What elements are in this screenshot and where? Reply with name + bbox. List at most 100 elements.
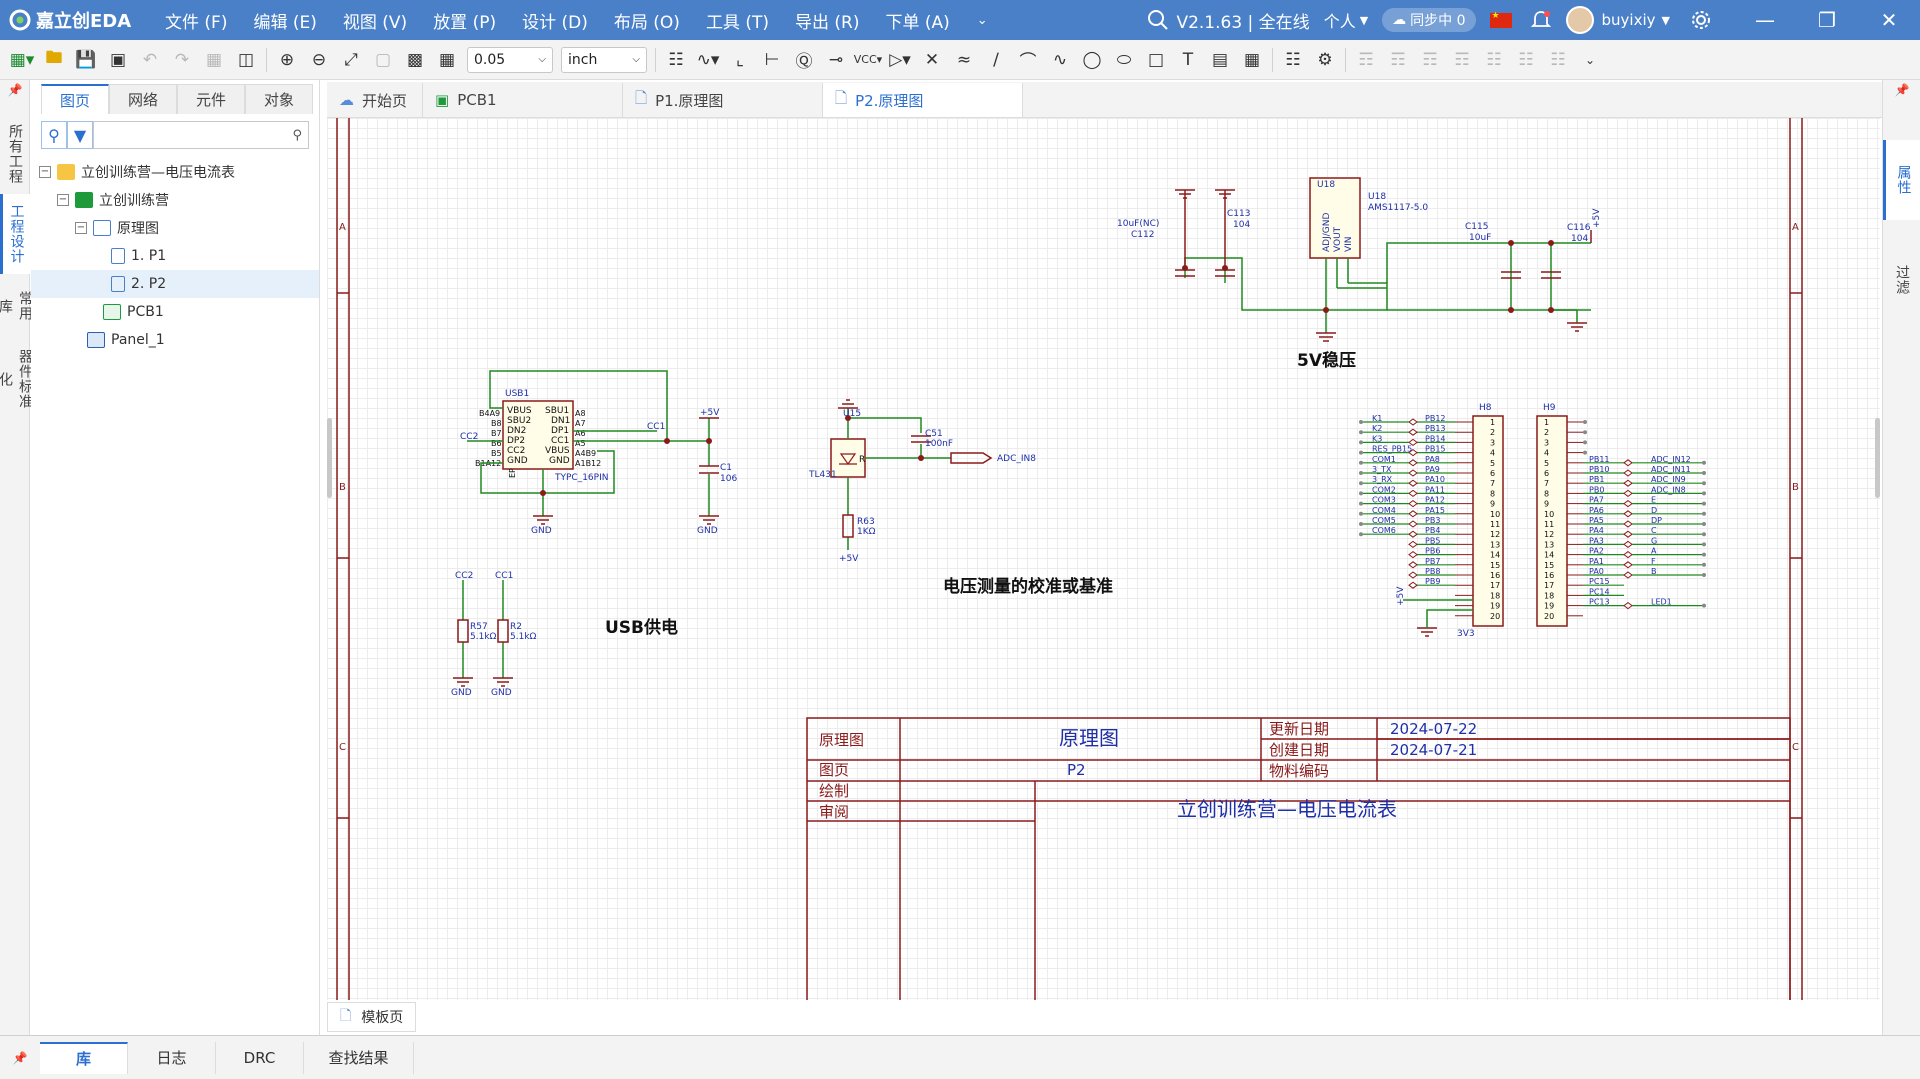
menu-edit[interactable]: 编辑 (E) [240,8,329,33]
no-connect-icon[interactable]: ✕ [916,45,948,75]
net-port-icon[interactable]: ▷▾ [884,45,916,75]
align-grid-icon[interactable]: ▦ [198,45,230,75]
more-menu-chevron-icon[interactable]: ⌄ [963,13,1002,28]
left-splitter-handle[interactable] [327,418,332,498]
settings-panel-icon[interactable]: ⚙ [1309,45,1341,75]
tree-panel[interactable]: Panel_1 [31,326,319,354]
text-icon[interactable]: T [1172,45,1204,75]
align-top-icon[interactable]: ☶ [1414,45,1446,75]
tab-properties[interactable]: 属性 [1883,140,1920,220]
username[interactable]: buyixiy [1602,11,1656,29]
restore-icon[interactable]: ❐ [1796,8,1858,32]
menu-view[interactable]: 视图 (V) [330,8,420,33]
tree-schematic[interactable]: − 原理图 [31,214,319,242]
align-right-icon[interactable]: ☶ [1382,45,1414,75]
circle-icon[interactable]: ◯ [1076,45,1108,75]
save-icon[interactable]: 💾 [70,45,102,75]
search-icon[interactable]: ⚲ [41,121,67,149]
rectangle-icon[interactable]: □ [1140,45,1172,75]
zoom-area-icon[interactable]: ▢ [367,45,399,75]
table-icon[interactable]: ▦ [1236,45,1268,75]
new-icon[interactable]: ▦▾ [6,45,38,75]
tab-start-page[interactable]: ☁ 开始页 [327,83,423,117]
ellipse-icon[interactable]: ⬭ [1108,45,1140,75]
align-bottom-icon[interactable]: ☶ [1446,45,1478,75]
pin-icon[interactable]: 📌 [1883,80,1920,100]
sync-status[interactable]: ☁ 同步中 0 [1382,8,1476,32]
align-left-icon[interactable]: ☶ [1350,45,1382,75]
fit-view-icon[interactable]: ⤢ [335,45,367,75]
menu-design[interactable]: 设计 (D) [509,8,601,33]
tab-common-library[interactable]: 常用库 [0,274,33,338]
tree-page-p1[interactable]: 1. P1 [31,242,319,270]
toolbar-more-chevron-icon[interactable]: ⌄ [1574,45,1606,75]
tab-device-standardization[interactable]: 器件标准化 [0,338,33,420]
menu-file[interactable]: 文件 (F) [152,8,240,33]
tab-library[interactable]: 库 [40,1041,128,1074]
wire-icon[interactable]: ∿▾ [692,45,724,75]
filter-icon[interactable]: ▼ [67,121,93,149]
bus-icon[interactable]: ⌞ [724,45,756,75]
grid-icon[interactable]: ▦ [431,45,463,75]
zoom-in-icon[interactable]: ⊕ [271,45,303,75]
user-chevron-icon[interactable]: ▼ [1662,14,1670,27]
tree-pcb[interactable]: PCB1 [31,298,319,326]
tree-page-p2[interactable]: 2. P2 [31,270,319,298]
collapse-icon[interactable]: − [75,222,87,234]
menu-place[interactable]: 放置 (P) [420,8,509,33]
gear-icon[interactable] [1690,9,1712,31]
tab-find-results[interactable]: 查找结果 [304,1041,414,1074]
avatar[interactable] [1565,6,1594,34]
close-icon[interactable]: ✕ [1858,8,1920,32]
zoom-out-icon[interactable]: ⊖ [303,45,335,75]
tab-pcb1[interactable]: ▣ PCB1 [423,83,623,117]
tab-project-design[interactable]: 工程设计 [0,194,30,274]
tab-p1-schematic[interactable]: 🗋 P1.原理图 [623,83,823,117]
line-icon[interactable]: ∕ [980,45,1012,75]
right-splitter-handle[interactable] [1875,418,1880,498]
unit-select[interactable]: inch ⌵ [561,46,647,73]
collapse-icon[interactable]: − [57,194,69,206]
schematic-canvas[interactable]: A B C A B C U18 U18 AMS1117-5.0 ADJ/GND … [327,118,1880,1000]
distribute-v-icon[interactable]: ☷ [1510,45,1542,75]
net-flag-icon[interactable]: ⊸ [820,45,852,75]
tab-all-projects[interactable]: 所有工程 [0,114,30,194]
account-type[interactable]: 个人 [1324,8,1356,32]
tab-pages[interactable]: 图页 [41,84,109,114]
bus-entry-icon[interactable]: ⊢ [756,45,788,75]
tab-p2-schematic[interactable]: 🗋 P2.原理图 [823,83,1023,117]
redo-icon[interactable]: ↷ [166,45,198,75]
arc-icon[interactable]: ⌒ [1012,45,1044,75]
open-folder-icon[interactable]: 🖿 [38,45,70,75]
notification-bell-icon[interactable] [1530,9,1552,31]
search-icon[interactable] [1146,8,1170,32]
vcc-icon[interactable]: VCC▾ [852,45,884,75]
bezier-icon[interactable]: ∿ [1044,45,1076,75]
minimize-icon[interactable]: — [1734,8,1796,32]
probe-icon[interactable]: ≈ [948,45,980,75]
find-icon[interactable]: ◫ [230,45,262,75]
account-chevron-icon[interactable]: ▼ [1360,14,1368,27]
tab-objects[interactable]: 对象 [245,84,313,114]
menu-layout[interactable]: 布局 (O) [601,8,693,33]
tab-template-page[interactable]: 🗋 模板页 [327,1002,417,1032]
pin-icon[interactable]: 📌 [0,1051,40,1065]
panel-search-input[interactable]: ⚲ [93,121,309,149]
tree-project[interactable]: − 立创训练营—电压电流表 [31,158,319,186]
tree-board[interactable]: − 立创训练营 [31,186,319,214]
bom-icon[interactable]: ☷ [1277,45,1309,75]
pin-icon[interactable]: 📌 [0,80,30,100]
menu-tools[interactable]: 工具 (T) [693,8,782,33]
language-flag-icon[interactable] [1489,11,1512,28]
menu-export[interactable]: 导出 (R) [782,8,872,33]
net-label-icon[interactable]: Ⓠ [788,45,820,75]
tab-drc[interactable]: DRC [216,1041,304,1074]
save-as-icon[interactable]: ▣ [102,45,134,75]
tab-log[interactable]: 日志 [128,1041,216,1074]
tab-filter[interactable]: 过滤 [1883,240,1920,320]
undo-icon[interactable]: ↶ [134,45,166,75]
grid-size-select[interactable]: 0.05 ⌵ [467,46,553,73]
tab-components[interactable]: 元件 [177,84,245,114]
select-area-icon[interactable]: ▩ [399,45,431,75]
tab-nets[interactable]: 网络 [109,84,177,114]
